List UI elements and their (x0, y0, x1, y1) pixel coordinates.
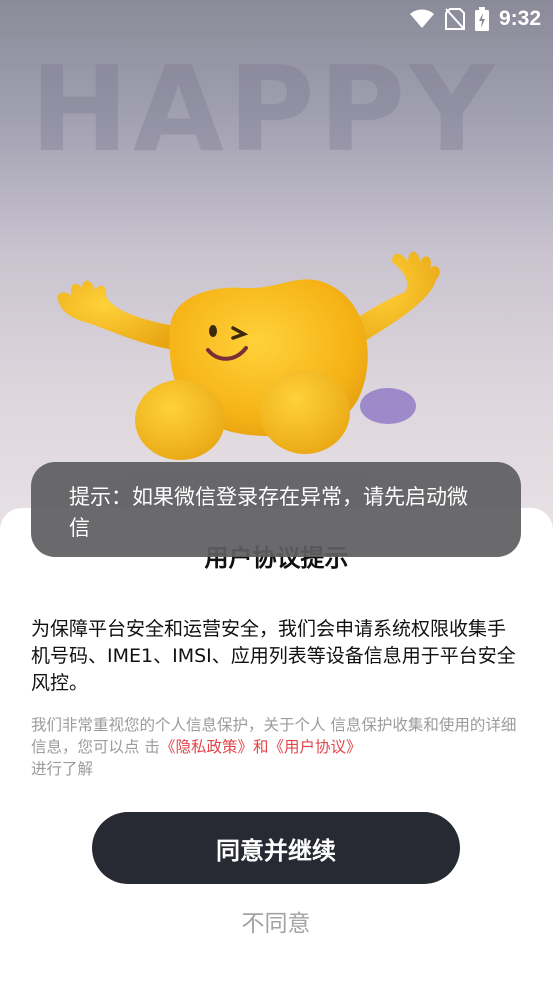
agree-button[interactable]: 同意并继续 (92, 812, 460, 884)
toast-message: 提示：如果微信登录存在异常，请先启动微信 (31, 462, 521, 557)
sub-text-suffix: 进行了解 (31, 760, 94, 778)
toast-text: 提示：如果微信登录存在异常，请先启动微信 (69, 485, 468, 540)
wifi-icon (410, 9, 434, 28)
dialog-main-text: 为保障平台安全和运营安全，我们会申请系统权限收集手机号码、IME1、IMSI、应… (31, 618, 516, 694)
sim-none-icon (445, 8, 465, 30)
disagree-button[interactable]: 不同意 (176, 902, 376, 946)
dialog-sub-text: 我们非常重视您的个人信息保护，关于个人 信息保护收集和使用的详细信息，您可以点 … (31, 714, 523, 780)
privacy-policy-link[interactable]: 《隐私政策》 (160, 738, 253, 756)
status-icons (409, 6, 489, 32)
app-screen: HAPPY 9:32 用户协议提示 为保障平台安全和运营安全，我们会申请系统权限… (0, 0, 553, 983)
status-bar: 9:32 (0, 0, 553, 38)
user-agreement-link[interactable]: 《用户协议》 (268, 738, 361, 756)
battery-charging-icon (475, 7, 489, 31)
and-text: 和 (252, 738, 269, 756)
status-time: 9:32 (498, 7, 541, 30)
